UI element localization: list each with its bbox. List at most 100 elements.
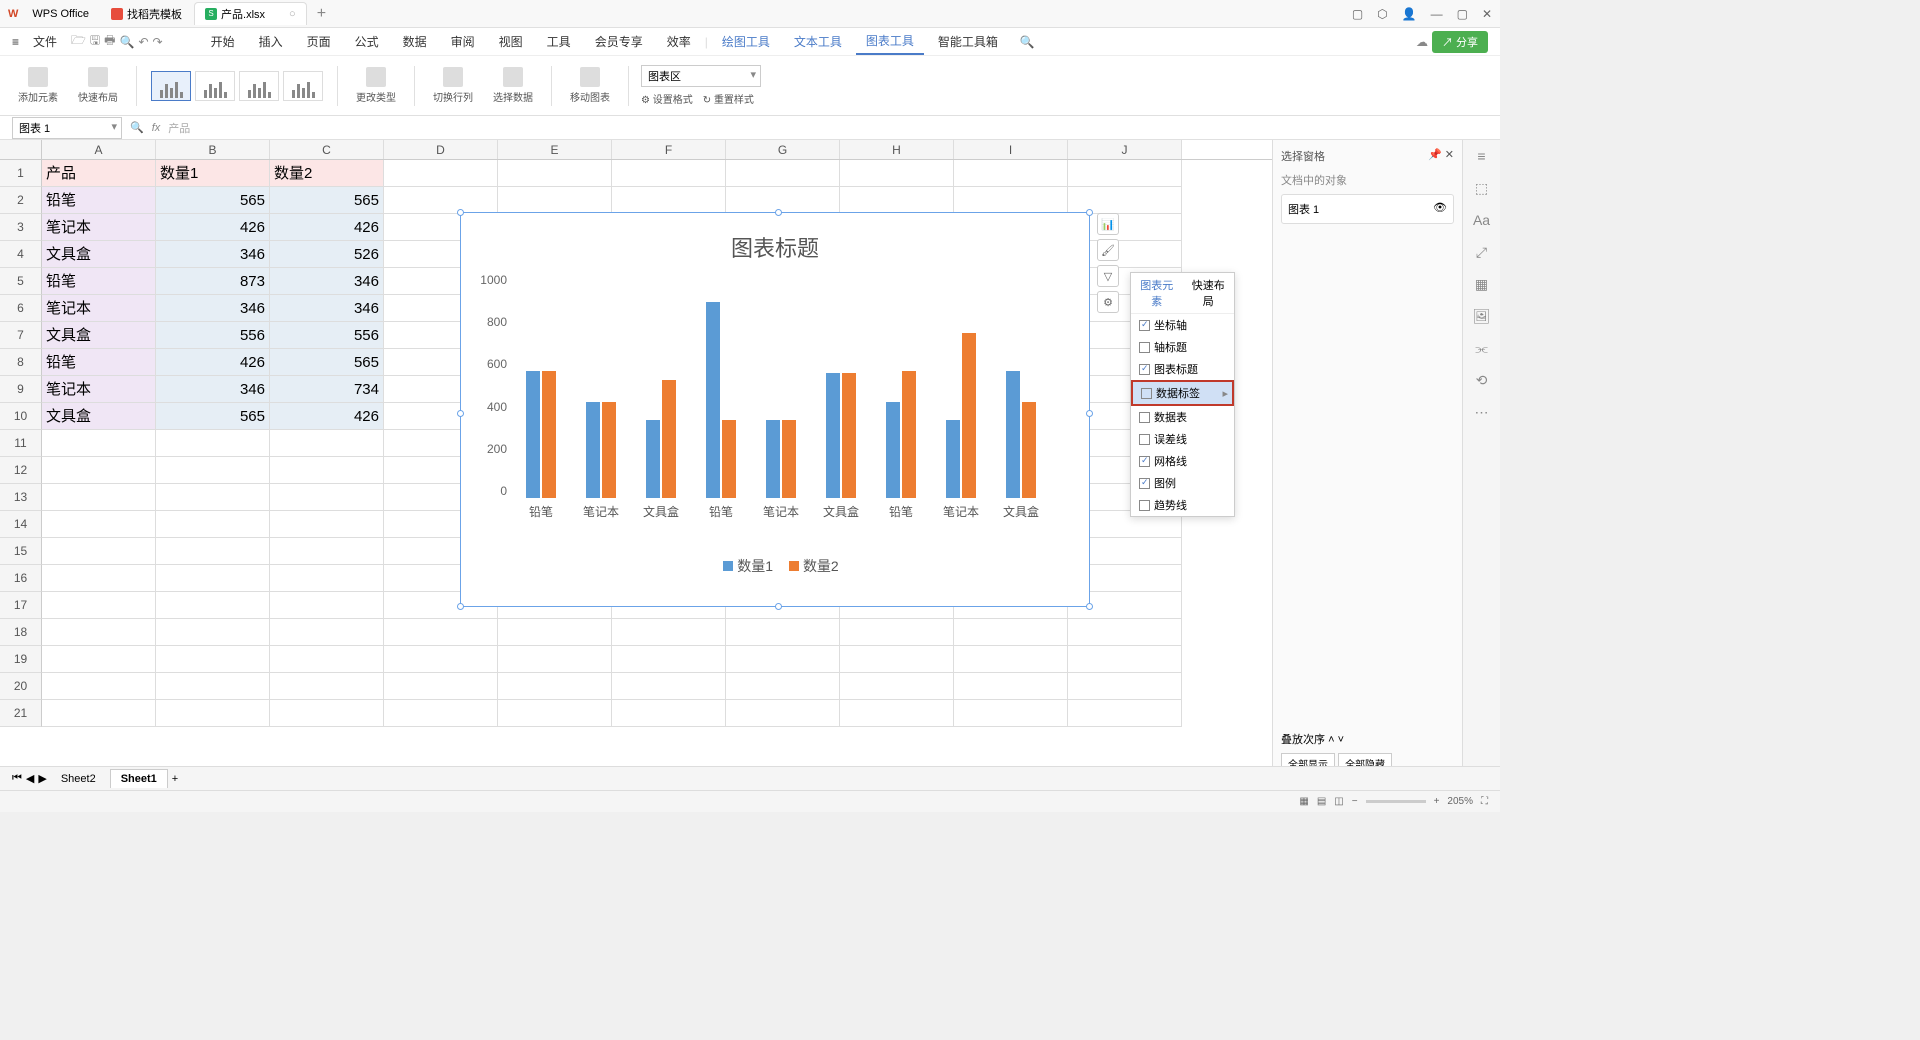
cell[interactable] <box>726 187 840 214</box>
cell[interactable] <box>498 187 612 214</box>
cell[interactable] <box>156 457 270 484</box>
cell[interactable] <box>1068 187 1182 214</box>
cell[interactable] <box>840 700 954 727</box>
row-header[interactable]: 3 <box>0 214 42 241</box>
view-normal-icon[interactable]: ▦ <box>1299 796 1308 807</box>
open-icon[interactable]: 🗁 <box>71 31 86 52</box>
cell[interactable] <box>270 511 384 538</box>
move-chart-button[interactable]: 移动图表 <box>564 67 616 104</box>
cell[interactable] <box>384 160 498 187</box>
cell[interactable] <box>498 619 612 646</box>
cell[interactable] <box>726 646 840 673</box>
cell[interactable]: 734 <box>270 376 384 403</box>
cell[interactable]: 565 <box>270 187 384 214</box>
zoom-out-button[interactable]: − <box>1352 796 1358 807</box>
cell[interactable] <box>726 673 840 700</box>
cell[interactable]: 565 <box>156 187 270 214</box>
cell[interactable] <box>270 619 384 646</box>
cell[interactable] <box>42 484 156 511</box>
quick-layout-button[interactable]: 快速布局 <box>72 67 124 104</box>
chart-handle[interactable] <box>1086 603 1093 610</box>
more-icon[interactable]: ⋯ <box>1473 404 1491 422</box>
row-header[interactable]: 5 <box>0 268 42 295</box>
tab-file[interactable]: S产品.xlsx○ <box>194 2 307 25</box>
row-header[interactable]: 6 <box>0 295 42 322</box>
select-all-corner[interactable] <box>0 140 42 159</box>
chart-element-option[interactable]: 网格线 <box>1131 450 1234 472</box>
cell[interactable] <box>954 160 1068 187</box>
cell[interactable] <box>1068 619 1182 646</box>
checkbox[interactable] <box>1141 388 1152 399</box>
cell[interactable] <box>1068 700 1182 727</box>
cell[interactable] <box>840 673 954 700</box>
cell[interactable] <box>954 187 1068 214</box>
chart-handle[interactable] <box>1086 410 1093 417</box>
cell[interactable]: 346 <box>156 241 270 268</box>
row-header[interactable]: 11 <box>0 430 42 457</box>
checkbox[interactable] <box>1139 320 1150 331</box>
view-split-icon[interactable]: ◫ <box>1334 796 1343 807</box>
share-button[interactable]: ↗ 分享 <box>1432 31 1488 53</box>
cell[interactable] <box>840 187 954 214</box>
cell[interactable] <box>384 700 498 727</box>
chart-title[interactable]: 图表标题 <box>461 231 1089 263</box>
row-header[interactable]: 21 <box>0 700 42 727</box>
cell[interactable] <box>726 619 840 646</box>
cell[interactable] <box>840 646 954 673</box>
cell[interactable] <box>954 700 1068 727</box>
hamburger-icon[interactable]: ≡ <box>12 35 19 49</box>
menu-data[interactable]: 数据 <box>393 29 437 54</box>
cell[interactable]: 铅笔 <box>42 268 156 295</box>
cell[interactable] <box>156 565 270 592</box>
row-header[interactable]: 10 <box>0 403 42 430</box>
chart-handle[interactable] <box>775 603 782 610</box>
style-icon[interactable]: Aa <box>1473 212 1491 230</box>
avatar-icon[interactable]: 👤 <box>1402 7 1417 21</box>
chart-element-option[interactable]: 趋势线 <box>1131 494 1234 516</box>
cell[interactable]: 产品 <box>42 160 156 187</box>
cell[interactable] <box>384 187 498 214</box>
image-icon[interactable]: 🖼 <box>1473 308 1491 326</box>
menu-chart-tools[interactable]: 图表工具 <box>856 28 924 55</box>
chart-settings-button[interactable]: ⚙ <box>1097 291 1119 313</box>
cube-icon[interactable]: ⬡ <box>1377 7 1387 21</box>
cell[interactable]: 565 <box>156 403 270 430</box>
cell[interactable] <box>42 592 156 619</box>
cell[interactable] <box>156 430 270 457</box>
zoom-lens-icon[interactable]: 🔍 <box>130 121 144 134</box>
pane-object-item[interactable]: 图表 1👁 <box>1281 194 1454 224</box>
checkbox[interactable] <box>1139 500 1150 511</box>
menu-file[interactable]: 文件 <box>23 29 67 54</box>
sheet-first-icon[interactable]: ⏮ <box>12 772 22 785</box>
cell[interactable]: 铅笔 <box>42 349 156 376</box>
menu-view[interactable]: 视图 <box>489 29 533 54</box>
chart-styles[interactable] <box>149 71 325 101</box>
hamburger-icon[interactable]: ≡ <box>1473 148 1491 166</box>
zoom-level[interactable]: 205% <box>1447 796 1473 807</box>
sheet-next-icon[interactable]: ▶ <box>38 772 46 785</box>
backup-icon[interactable]: ⟲ <box>1473 372 1491 390</box>
cell[interactable] <box>840 160 954 187</box>
cell[interactable] <box>498 673 612 700</box>
cell[interactable] <box>270 700 384 727</box>
expand-icon[interactable]: ⤢ <box>1473 244 1491 262</box>
chart-handle[interactable] <box>775 209 782 216</box>
cell[interactable] <box>612 187 726 214</box>
checkbox[interactable] <box>1139 456 1150 467</box>
cell[interactable]: 556 <box>270 322 384 349</box>
chart-style-preview[interactable] <box>151 71 191 101</box>
cell[interactable] <box>42 619 156 646</box>
checkbox[interactable] <box>1139 434 1150 445</box>
cell[interactable] <box>156 592 270 619</box>
cell[interactable] <box>384 646 498 673</box>
checkbox[interactable] <box>1139 342 1150 353</box>
cell[interactable] <box>954 646 1068 673</box>
chart-style-preview[interactable] <box>239 71 279 101</box>
col-header[interactable]: J <box>1068 140 1182 159</box>
col-header[interactable]: D <box>384 140 498 159</box>
tab-close-icon[interactable]: ○ <box>289 8 296 20</box>
menu-tools[interactable]: 工具 <box>537 29 581 54</box>
menu-start[interactable]: 开始 <box>201 29 245 54</box>
cell[interactable]: 426 <box>156 214 270 241</box>
search-icon[interactable]: 🔍 <box>1020 35 1035 49</box>
